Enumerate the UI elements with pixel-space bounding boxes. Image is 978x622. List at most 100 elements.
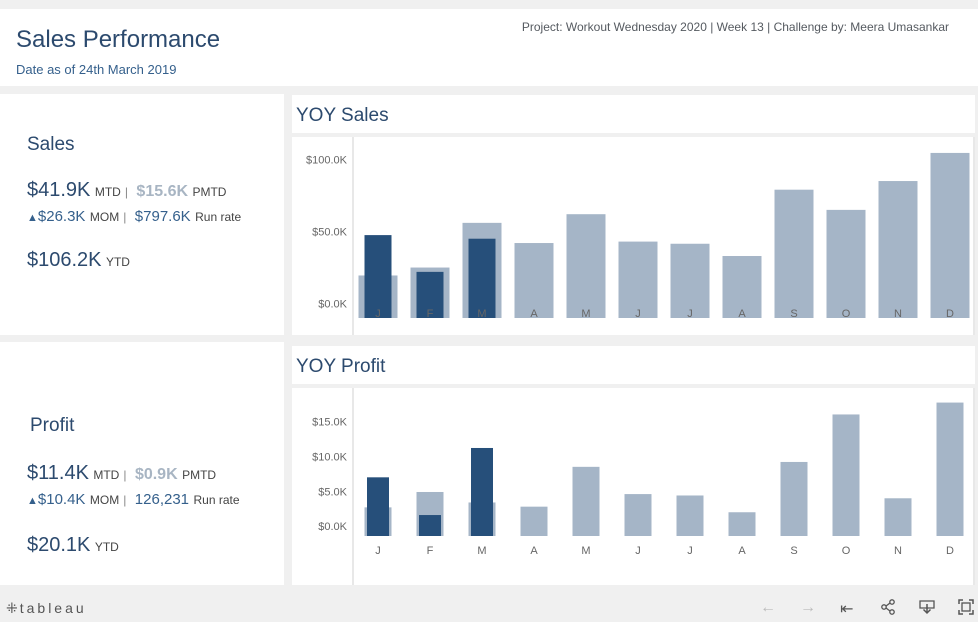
separator: | [123,210,127,224]
profit-mtd-label: MTD [93,468,120,482]
profit-x-tick-label: J [687,545,693,557]
separator: | [123,493,127,507]
profit-current-year-bar[interactable] [419,515,441,536]
sales-ytd-label: YTD [105,255,130,269]
sales-x-tick-label: O [842,308,851,320]
up-triangle-icon: ▲ [27,212,38,224]
tableau-toolbar: ⁜ tableau ← → ⇤ [0,596,978,622]
sales-prior-year-bar[interactable] [566,214,606,318]
profit-kpi-heading: Profit [30,415,75,436]
sales-mom-row: ▲$26.3K MOM | $797.6K Run rate [27,208,241,226]
profit-prior-year-bar[interactable] [936,402,964,536]
profit-x-tick-label: D [946,545,954,557]
sales-prior-year-bar[interactable] [670,243,710,318]
profit-current-year-bar[interactable] [367,477,389,536]
profit-y-tick-label: $15.0K [312,416,348,428]
profit-x-tick-label: J [635,545,641,557]
profit-mtd-row: $11.4K MTD | $0.9K PMTD [27,462,216,485]
sales-x-tick-label: J [635,308,641,320]
sales-y-tick-label: $50.0K [312,227,348,239]
profit-x-tick-label: J [375,545,381,557]
header-panel: Sales Performance Date as of 24th March … [0,9,978,86]
tableau-mark-icon: ⁜ [6,600,18,616]
profit-prior-year-bar[interactable] [832,414,860,536]
profit-x-tick-label: A [530,545,538,557]
sales-mtd-row: $41.9K MTD | $15.6K PMTD [27,179,226,202]
revert-icon[interactable]: ⇤ [840,599,853,619]
profit-prior-year-bar[interactable] [728,512,756,536]
sales-x-tick-label: M [581,308,590,320]
sales-x-tick-label: J [375,308,381,320]
profit-prior-year-bar[interactable] [780,461,808,536]
sales-pmtd-label: PMTD [192,185,227,199]
profit-x-tick-label: F [427,545,434,557]
profit-prior-year-bar[interactable] [520,506,548,536]
profit-chart-panel: $0.0K $5.0K $10.0K $15.0K J F M A M J J A S O N D [292,388,975,585]
redo-icon[interactable]: → [800,599,816,617]
profit-x-tick-label: N [894,545,902,557]
credits-text: Project: Workout Wednesday 2020 | Week 1… [521,20,949,34]
profit-prior-year-bar[interactable] [572,466,600,536]
profit-x-tick-label: O [842,545,851,557]
profit-current-year-bar[interactable] [471,447,493,536]
undo-icon[interactable]: ← [760,599,776,617]
profit-x-tick-label: S [790,545,797,557]
profit-mom-value: $10.4K [37,491,86,508]
sales-current-year-bar[interactable] [468,238,496,318]
sales-x-tick-label: F [427,308,434,320]
sales-pmtd-value: $15.6K [136,183,189,200]
profit-pmtd-label: PMTD [182,468,217,482]
sales-prior-year-bar[interactable] [514,243,554,318]
profit-x-tick-label: M [581,545,590,557]
sales-prior-year-bar[interactable] [878,181,918,318]
profit-ytd-label: YTD [94,540,119,554]
profit-ytd-row: $20.1K YTD [27,534,119,557]
fullscreen-icon[interactable] [958,599,974,620]
tableau-logo[interactable]: ⁜ tableau [6,600,87,617]
sales-prior-year-bar[interactable] [618,241,658,318]
sales-bar-chart[interactable]: $0.0K $50.0K $100.0K J F M A M J J A S O N D [292,137,975,335]
sales-y-tick-label: $100.0K [306,154,348,166]
profit-prior-year-bar[interactable] [624,494,652,536]
profit-ytd-value: $20.1K [27,534,91,556]
sales-mtd-value: $41.9K [27,179,91,201]
profit-runrate-value: 126,231 [134,491,190,508]
sales-ytd-value: $106.2K [27,249,102,271]
profit-runrate-label: Run rate [193,493,240,507]
sales-runrate-value: $797.6K [134,208,191,225]
sales-x-tick-label: A [738,308,746,320]
profit-prior-year-bar[interactable] [676,495,704,536]
sales-mom-label: MOM [89,210,120,224]
profit-chart-title-panel: YOY Profit [292,346,975,384]
sales-x-tick-label: N [894,308,902,320]
separator: | [123,468,127,482]
sales-x-tick-label: J [687,308,693,320]
profit-mom-row: ▲$10.4K MOM | 126,231 Run rate [27,491,240,509]
profit-chart-title: YOY Profit [296,356,386,377]
sales-current-year-bar[interactable] [364,235,392,318]
sales-prior-year-bar[interactable] [826,209,866,318]
tableau-brand-text: tableau [19,600,87,616]
sales-mtd-label: MTD [94,185,121,199]
separator: | [124,185,128,199]
sales-kpi-panel: Sales $41.9K MTD | $15.6K PMTD ▲$26.3K MO… [0,94,284,335]
profit-y-tick-label: $0.0K [318,521,347,533]
page-title: Sales Performance [16,26,221,53]
profit-x-tick-label: M [477,545,486,557]
profit-bar-chart[interactable]: $0.0K $5.0K $10.0K $15.0K J F M A M J J A S O N D [292,388,975,585]
download-icon[interactable] [918,599,936,620]
profit-y-tick-label: $10.0K [312,451,348,463]
profit-kpi-panel: Profit $11.4K MTD | $0.9K PMTD ▲$10.4K MO… [0,342,284,585]
profit-mtd-value: $11.4K [27,462,89,484]
sales-kpi-heading: Sales [27,134,75,155]
sales-prior-year-bar[interactable] [930,152,970,318]
share-icon[interactable] [880,599,896,620]
sales-runrate-label: Run rate [195,210,242,224]
sales-prior-year-bar[interactable] [774,189,814,318]
sales-y-tick-label: $0.0K [318,299,347,311]
profit-mom-label: MOM [89,493,120,507]
profit-prior-year-bar[interactable] [884,498,912,536]
sales-x-tick-label: D [946,308,954,320]
profit-pmtd-value: $0.9K [134,466,178,483]
sales-x-tick-label: S [790,308,797,320]
